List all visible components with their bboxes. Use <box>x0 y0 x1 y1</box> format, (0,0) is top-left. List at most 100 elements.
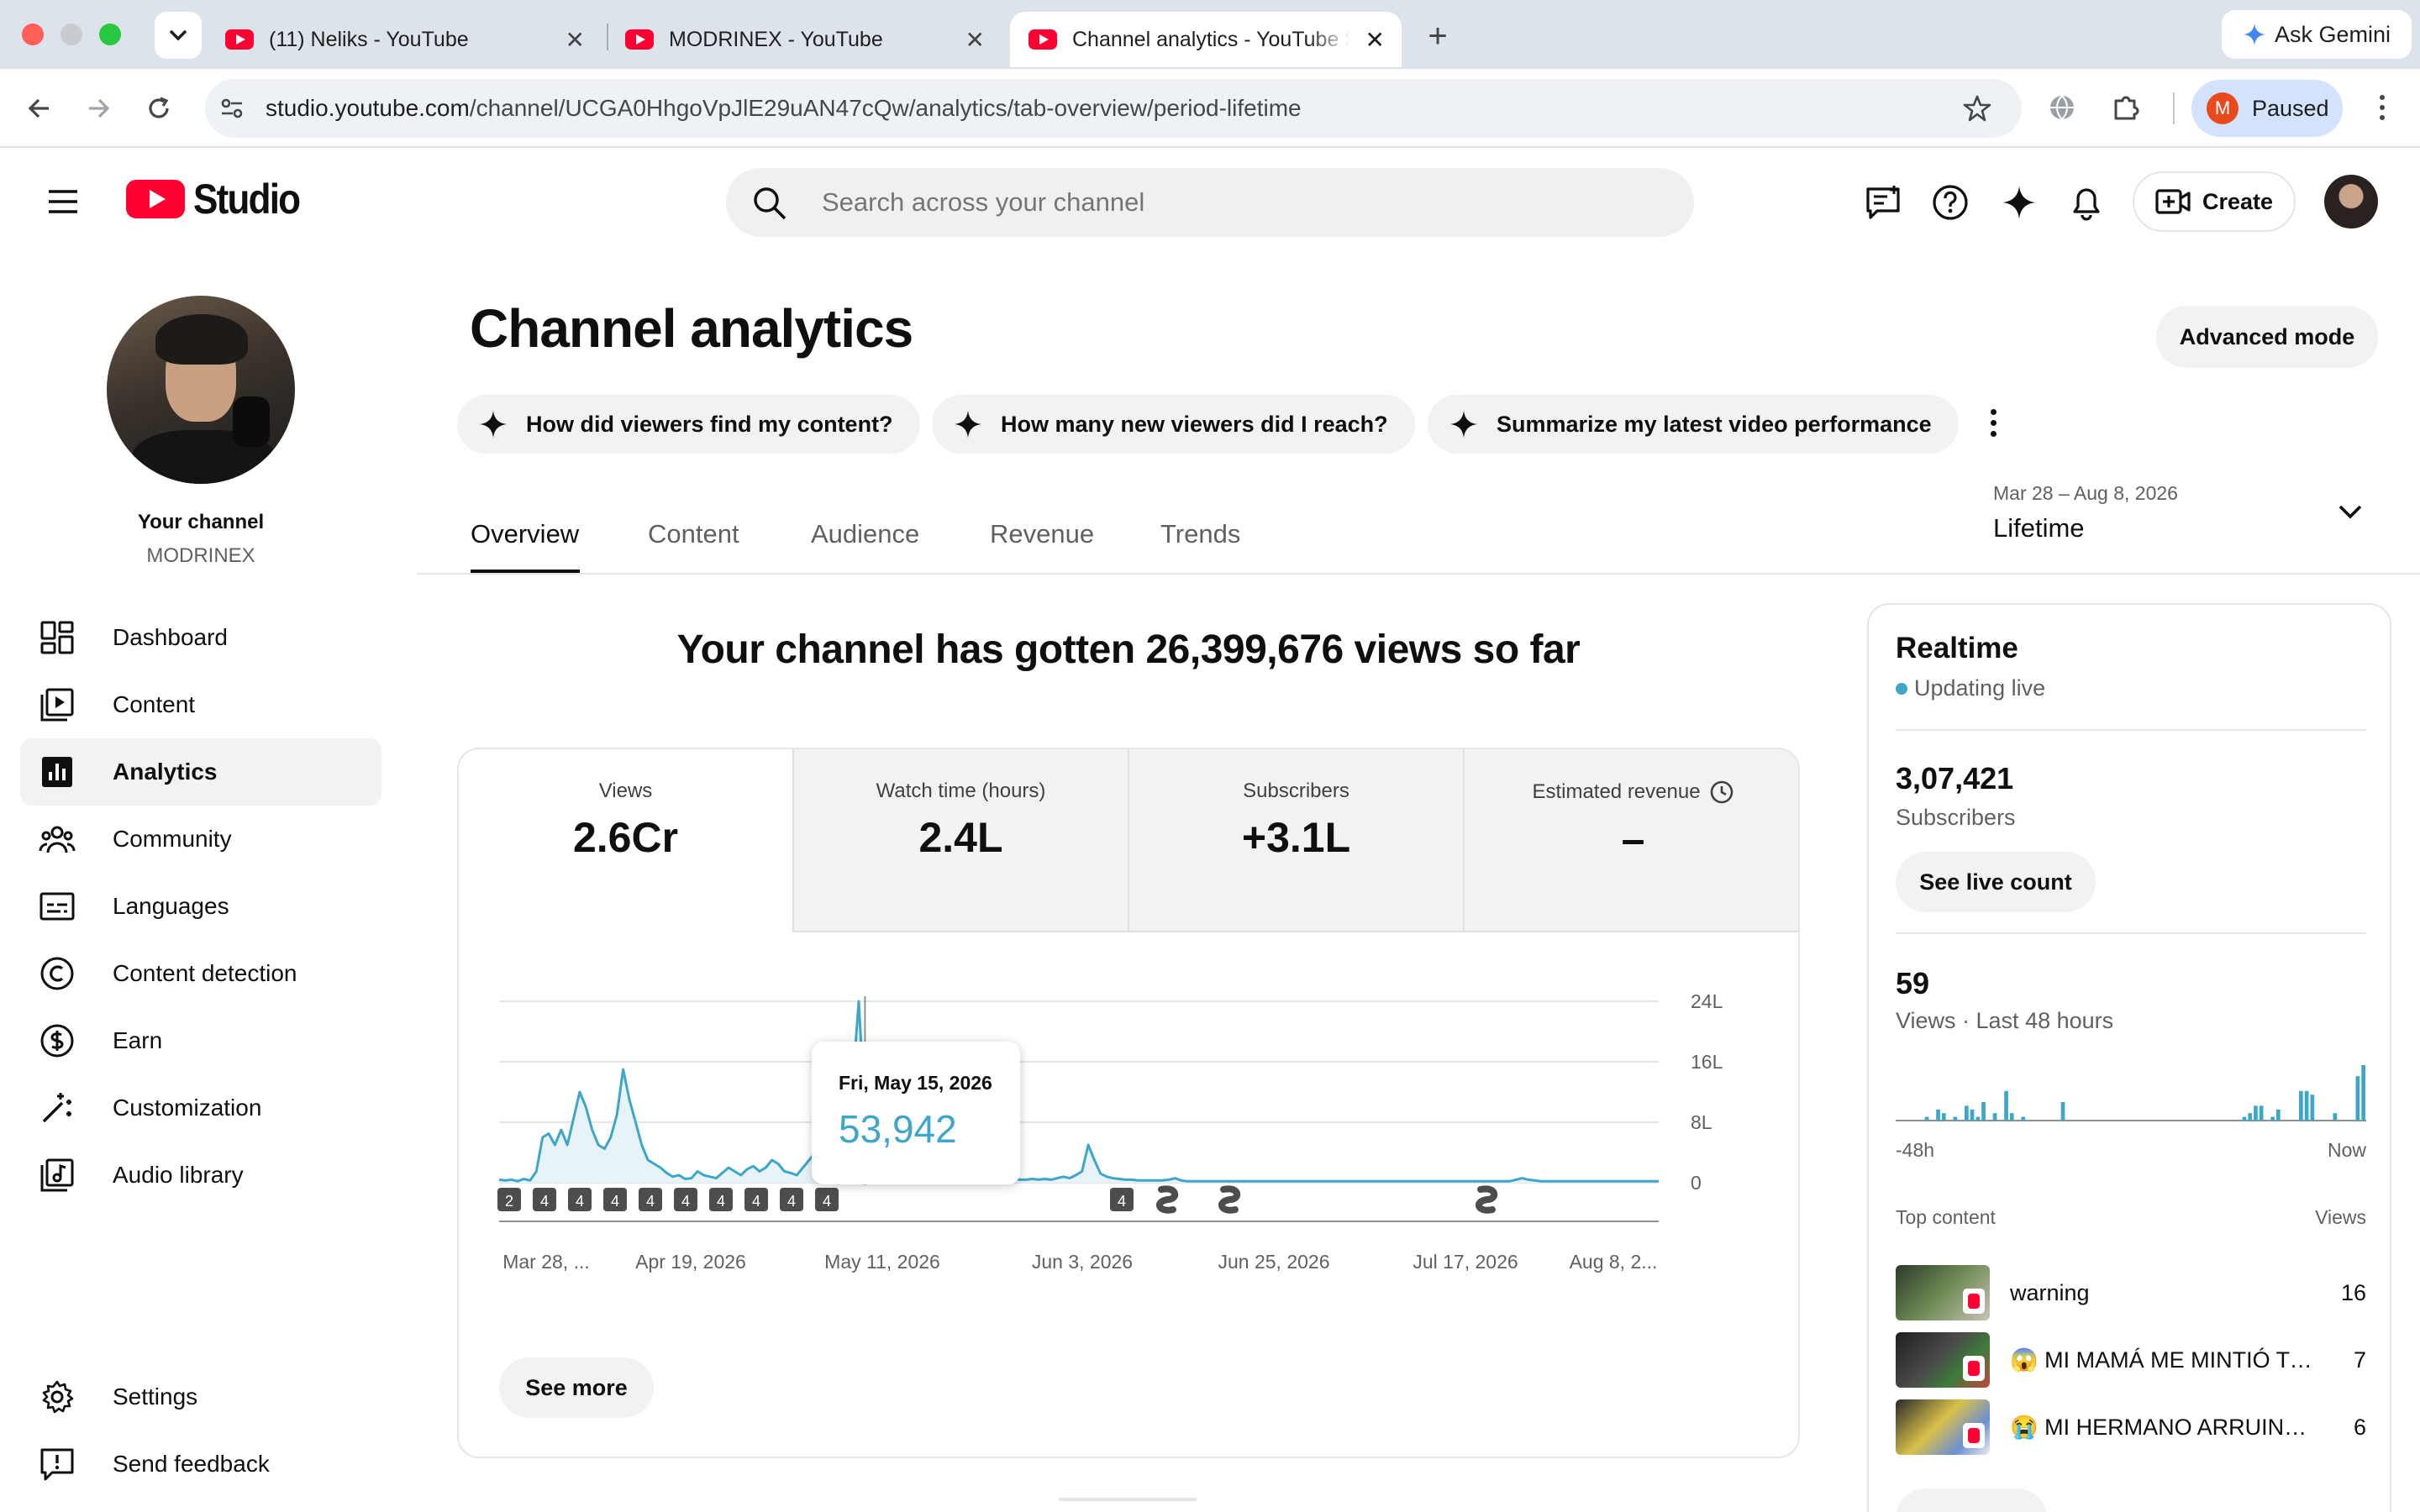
extensions-puzzle-icon[interactable] <box>2111 91 2143 123</box>
window-minimize-button[interactable] <box>60 24 82 45</box>
realtime-bar <box>1924 1116 1929 1121</box>
sidebar-item-label: Customization <box>113 1095 262 1121</box>
magic-wand-icon <box>42 1093 71 1123</box>
chips-more-button[interactable] <box>1981 403 2005 442</box>
tab-content[interactable]: Content <box>648 519 739 549</box>
realtime-subscribers-label: Subscribers <box>1896 805 2016 830</box>
studio-logo[interactable]: Studio <box>126 175 314 223</box>
x-tick-label: Jul 17, 2026 <box>1413 1251 1518 1273</box>
top-content-item[interactable]: 😭 MI HERMANO ARRUINÓ MI CUMPLEAÑOS 6 <box>1896 1399 2366 1455</box>
sidebar-item-content[interactable]: Content <box>20 671 381 738</box>
new-tab-button[interactable]: + <box>1417 15 1459 57</box>
tab-search-button[interactable] <box>155 12 202 59</box>
sidebar-item-analytics[interactable]: Analytics <box>20 738 381 806</box>
sidebar-item-community[interactable]: Community <box>20 806 381 873</box>
profile-button[interactable]: M Paused <box>2191 80 2343 137</box>
sidebar-item-settings[interactable]: Settings <box>20 1363 381 1431</box>
realtime-views-bar-chart[interactable] <box>1896 1055 2366 1126</box>
video-title: 😭 MI HERMANO ARRUINÓ MI CUMPLEAÑOS <box>2010 1415 2312 1440</box>
sidebar-item-languages[interactable]: Languages <box>20 873 381 940</box>
help-icon[interactable] <box>1931 183 1970 222</box>
create-button[interactable]: Create <box>2133 171 2296 232</box>
video-title: 😱 MI MAMÁ ME MINTIÓ TODA MI VIDA <box>2010 1347 2312 1373</box>
create-label: Create <box>2202 188 2274 214</box>
sidebar-item-customization[interactable]: Customization <box>20 1074 381 1142</box>
metric-views[interactable]: Views 2.6Cr <box>459 749 794 932</box>
browser-menu-button[interactable] <box>2370 89 2395 126</box>
tab-trends[interactable]: Trends <box>1160 519 1240 549</box>
sidebar-item-dashboard[interactable]: Dashboard <box>20 604 381 671</box>
forward-button[interactable] <box>77 87 119 129</box>
top-content-item[interactable]: 😱 MI MAMÁ ME MINTIÓ TODA MI VIDA 7 <box>1896 1332 2366 1388</box>
suggestion-chip[interactable]: Summarize my latest video performance <box>1428 395 1959 454</box>
search-input[interactable] <box>822 187 1578 218</box>
bookmark-star-icon[interactable] <box>1963 94 1991 123</box>
content-icon <box>40 688 74 722</box>
reload-button[interactable] <box>138 87 180 129</box>
back-button[interactable] <box>18 87 60 129</box>
sidebar-item-audio-library[interactable]: Audio library <box>20 1142 381 1209</box>
tab-title: (11) Neliks - YouTube <box>269 27 469 51</box>
publish-marker-count: 4 <box>576 1193 584 1210</box>
see-live-count-button[interactable]: See live count <box>1896 852 2096 912</box>
browser-tab-neliks[interactable]: (11) Neliks - YouTube ✕ <box>207 12 602 67</box>
window-close-button[interactable] <box>22 24 44 45</box>
sidebar-item-content-detection[interactable]: Content detection <box>20 940 381 1007</box>
url-text: studio.youtube.com/channel/UCGA0HhgoVpJl… <box>266 95 1302 122</box>
y-tick-label: 16L <box>1691 1051 1723 1073</box>
youtube-favicon-icon <box>225 29 254 50</box>
tab-close-icon[interactable]: ✕ <box>965 26 985 54</box>
arrow-right-icon <box>89 98 110 118</box>
date-range: Mar 28 – Aug 8, 2026 <box>1993 482 2178 504</box>
tab-close-icon[interactable]: ✕ <box>1365 26 1385 54</box>
hamburger-menu-button[interactable] <box>44 186 82 217</box>
translate-extension-icon[interactable] <box>2047 92 2077 123</box>
site-info-icon[interactable] <box>218 95 245 122</box>
tab-close-icon[interactable]: ✕ <box>566 26 585 54</box>
metric-label: Views <box>598 780 653 802</box>
metric-subscribers[interactable]: Subscribers +3.1L <box>1129 749 1465 932</box>
advanced-mode-button[interactable]: Advanced mode <box>2156 306 2378 368</box>
channel-avatar[interactable] <box>107 296 295 484</box>
x-tick-label: Apr 19, 2026 <box>635 1251 746 1273</box>
kebab-dot <box>1990 419 1996 426</box>
chart-area-fill <box>499 1001 1659 1183</box>
video-thumbnail <box>1896 1265 1990 1320</box>
address-bar[interactable]: studio.youtube.com/channel/UCGA0HhgoVpJl… <box>205 79 2022 138</box>
sidebar-item-earn[interactable]: Earn <box>20 1007 381 1074</box>
metric-watch-time[interactable]: Watch time (hours) 2.4L <box>794 749 1129 932</box>
browser-tab-modrinex[interactable]: MODRINEX - YouTube ✕ <box>607 12 1002 67</box>
see-more-button[interactable]: See more <box>499 1357 654 1418</box>
channel-search-bar[interactable] <box>726 168 1694 237</box>
youtube-logo-icon <box>126 180 185 218</box>
chevron-down-icon <box>2338 505 2362 519</box>
realtime-bar <box>2060 1102 2065 1121</box>
date-range-picker[interactable]: Mar 28 – Aug 8, 2026 Lifetime <box>1993 482 2371 549</box>
metric-value: – <box>1621 816 1645 863</box>
account-avatar[interactable] <box>2324 175 2378 228</box>
chip-label: How did viewers find my content? <box>526 411 893 437</box>
suggestion-chip[interactable]: How many new viewers did I reach? <box>932 395 1415 454</box>
notifications-bell-icon[interactable] <box>2067 181 2106 222</box>
dashboard-icon <box>40 621 74 654</box>
realtime-more-button[interactable] <box>1896 1488 2047 1512</box>
tooltip-value: 53,942 <box>839 1107 957 1151</box>
window-maximize-button[interactable] <box>99 24 121 45</box>
messages-icon[interactable] <box>1864 183 1902 222</box>
sidebar-item-send-feedback[interactable]: Send feedback <box>20 1431 381 1498</box>
kebab-dot <box>1990 430 1996 437</box>
tab-audience[interactable]: Audience <box>811 519 919 549</box>
tab-revenue[interactable]: Revenue <box>990 519 1094 549</box>
scroll-hint-bar <box>1059 1498 1197 1501</box>
tab-overview[interactable]: Overview <box>471 519 579 549</box>
top-content-item[interactable]: warning 16 <box>1896 1265 2366 1320</box>
views-chart[interactable]: 24L 16L 8L 0 2 4 4 4 4 4 4 4 4 4 4 Mar 28, ... Apr 19, 2… <box>459 932 1800 1285</box>
suggestion-chip[interactable]: How did viewers find my content? <box>457 395 920 454</box>
chip-label: How many new viewers did I reach? <box>1001 411 1388 437</box>
ask-gemini-button[interactable]: Ask Gemini <box>2222 10 2412 59</box>
publish-marker-count: 4 <box>646 1193 655 1210</box>
browser-tab-channel-analytics[interactable]: Channel analytics - YouTube Studio ✕ <box>1010 12 1402 67</box>
metric-estimated-revenue[interactable]: Estimated revenue – <box>1465 749 1798 932</box>
publish-marker-count: 4 <box>752 1193 760 1210</box>
ai-sparkle-icon[interactable] <box>2000 183 2039 222</box>
